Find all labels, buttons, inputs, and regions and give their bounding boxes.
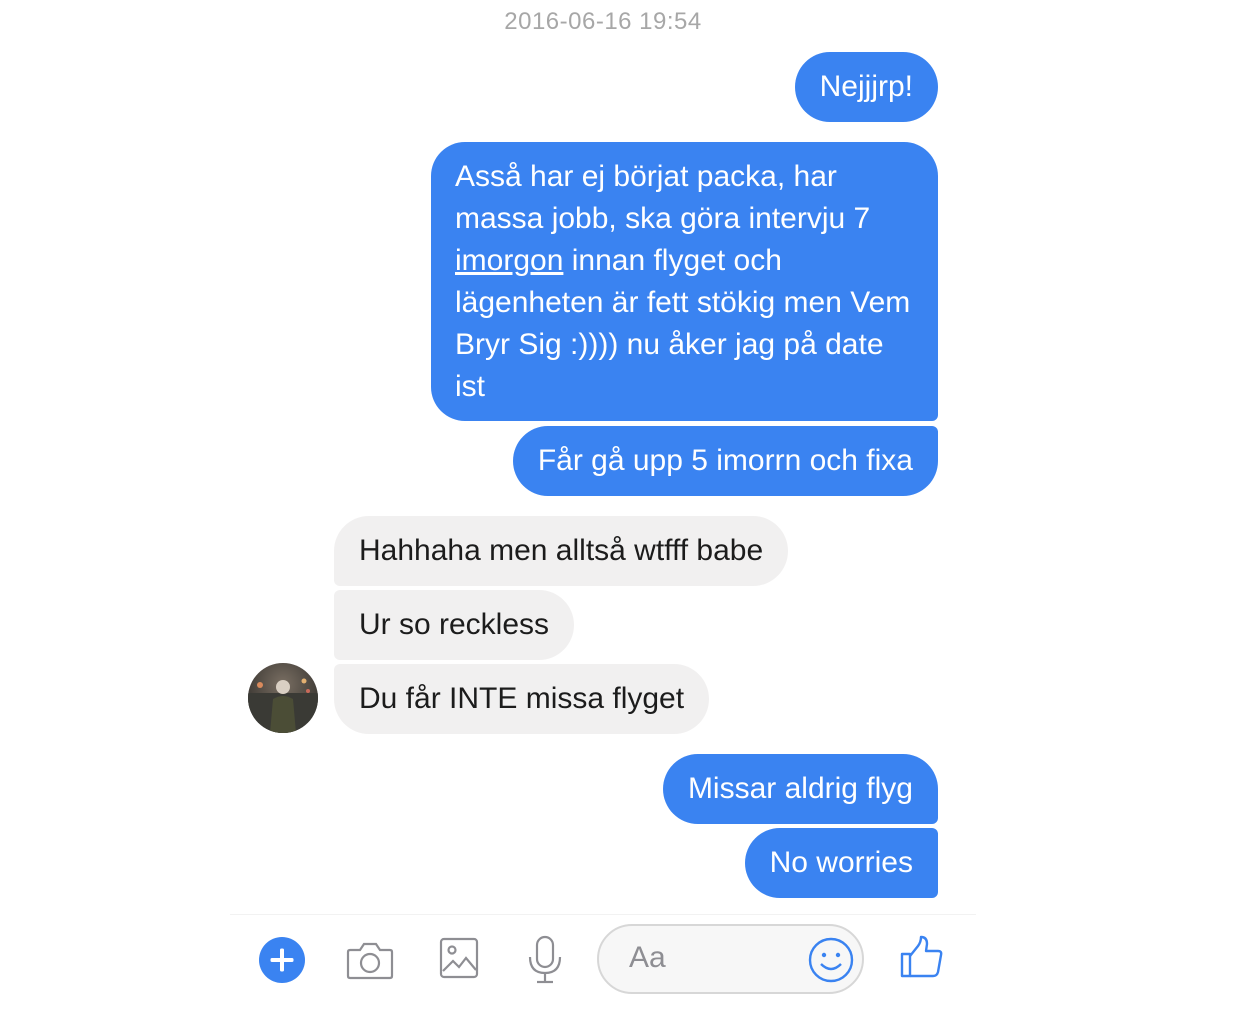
camera-icon[interactable] — [345, 938, 395, 987]
image-icon[interactable] — [439, 937, 479, 984]
thumbs-up-icon[interactable] — [899, 934, 945, 985]
message-bubble-outgoing[interactable]: Asså har ej börjat packa, har massa jobb… — [431, 142, 938, 421]
message-text: Asså har ej börjat packa, har massa jobb… — [455, 160, 871, 235]
message-text: Hahhaha men alltså wtfff babe — [359, 534, 764, 567]
message-text: Missar aldrig flyg — [687, 772, 913, 805]
avatar[interactable] — [248, 663, 318, 733]
message-bubble-outgoing[interactable]: No worries — [744, 828, 938, 898]
message-text: Ur so reckless — [359, 608, 550, 641]
message-bubble-incoming[interactable]: Du får INTE missa flyget — [334, 664, 710, 734]
message-text: No worries — [769, 846, 913, 879]
message-bubble-outgoing[interactable]: Nejjjrp! — [794, 52, 938, 122]
message-bubble-outgoing[interactable]: Missar aldrig flyg — [662, 754, 938, 824]
thread-timestamp: 2016-06-16 19:54 — [504, 8, 702, 35]
avatar-photo — [248, 663, 318, 733]
message-text: Får gå upp 5 imorrn och fixa — [537, 444, 913, 477]
chat-screen: 2016-06-16 19:54 Nejjjrp! Asså har ej bö… — [0, 0, 1234, 1011]
message-text: Nejjjrp! — [819, 70, 913, 103]
microphone-icon[interactable] — [527, 935, 563, 990]
emoji-icon[interactable] — [808, 937, 854, 988]
message-bubble-outgoing[interactable]: Får gå upp 5 imorrn och fixa — [512, 426, 938, 496]
message-link[interactable]: imorgon — [455, 244, 563, 277]
message-input-placeholder: Aa — [629, 941, 666, 974]
message-bubble-incoming[interactable]: Hahhaha men alltså wtfff babe — [334, 516, 789, 586]
message-text: Du får INTE missa flyget — [359, 682, 685, 715]
plus-icon[interactable] — [258, 936, 306, 989]
message-bubble-incoming[interactable]: Ur so reckless — [334, 590, 575, 660]
